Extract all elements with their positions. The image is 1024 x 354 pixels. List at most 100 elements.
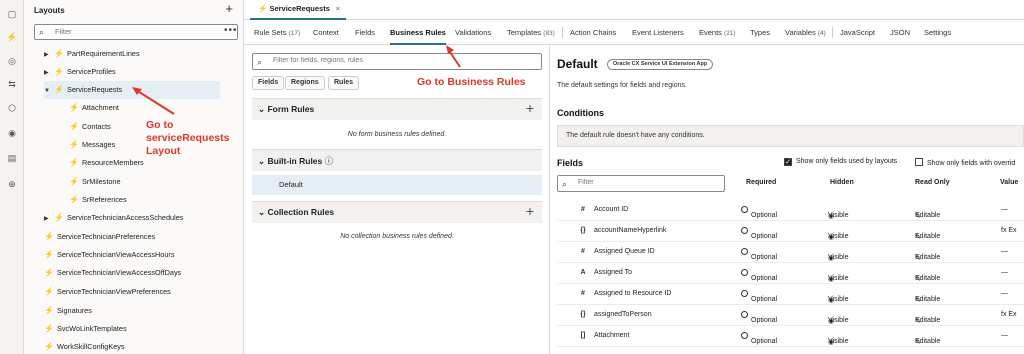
chevron-right-icon[interactable]: ▶ (44, 46, 54, 64)
field-type-icon: A (580, 269, 586, 276)
optional-circle-icon (741, 332, 748, 339)
layout-icon: ⚡ (44, 250, 54, 259)
chip-regions[interactable]: Regions (285, 76, 325, 90)
required-select[interactable]: Optional (741, 248, 777, 261)
tab-settings[interactable]: Settings (924, 20, 951, 45)
layout-icon: ⚡ (44, 287, 54, 296)
chevron-right-icon[interactable]: ▶ (44, 64, 54, 82)
tree-item-messages[interactable]: ⚡ Messages (69, 136, 115, 154)
tree-item-contacts[interactable]: ⚡ Contacts (69, 118, 111, 136)
tab-rule-sets[interactable]: Rule Sets (17) (254, 20, 300, 45)
checkbox-used-by-layouts[interactable]: ✓ Show only fields used by layouts (784, 158, 897, 166)
layouts-icon[interactable]: ⚡ (6, 31, 18, 43)
optional-circle-icon (741, 290, 748, 297)
chip-fields[interactable]: Fields (252, 76, 285, 90)
tree-item-resourcemembers[interactable]: ⚡ ResourceMembers (69, 154, 144, 172)
field-row[interactable]: {} accountNameHyperlink Optional ◉ Visible ✎… (557, 221, 1024, 242)
value-cell[interactable]: — (1001, 332, 1008, 339)
web-apps-icon[interactable]: ◎ (6, 55, 18, 67)
form-rules-section[interactable]: ⌄ Form Rules + (252, 98, 542, 120)
extensions-icon[interactable]: ⊕ (6, 178, 18, 190)
components-icon[interactable]: ◉ (6, 127, 18, 139)
required-select[interactable]: Optional (741, 332, 777, 345)
required-select[interactable]: Optional (741, 269, 777, 282)
business-rules-panel: ⌕ Fields Regions Rules ⌄ Form Rules + No… (244, 45, 550, 354)
value-cell[interactable]: — (1001, 206, 1008, 213)
tree-item-serviceprofiles[interactable]: ▶ ⚡ ServiceProfiles (44, 63, 234, 81)
tab-json[interactable]: JSON (890, 20, 910, 45)
add-layout-button[interactable]: + (225, 1, 233, 16)
tab-fields[interactable]: Fields (355, 20, 375, 45)
tree-item-servicetechnicianviewaccessoffdays[interactable]: ⚡ ServiceTechnicianViewAccessOffDays (44, 264, 181, 282)
chevron-down-icon[interactable]: ▼ (44, 82, 54, 100)
value-cell[interactable]: fx Ex (1001, 227, 1017, 234)
field-row[interactable]: # Assigned Queue ID Optional ◉ Visible ✎ Edi… (557, 242, 1024, 263)
tree-item-svcwolinktemplates[interactable]: ⚡ SvcWoLinkTemplates (44, 320, 127, 338)
rules-filter[interactable]: ⌕ (252, 53, 542, 70)
field-row[interactable]: # Assigned to Resource ID Optional ◉ Visibl… (557, 284, 1024, 305)
tree-item-servicetechnicianviewaccesshours[interactable]: ⚡ ServiceTechnicianViewAccessHours (44, 246, 174, 264)
tree-item-srreferences[interactable]: ⚡ SrReferences (69, 191, 127, 209)
required-select[interactable]: Optional (741, 227, 777, 240)
layout-icon: ⚡ (69, 103, 79, 112)
required-select[interactable]: Optional (741, 311, 777, 324)
optional-circle-icon (741, 311, 748, 318)
pages-icon[interactable]: ▢ (6, 8, 18, 20)
more-options-icon[interactable]: ••• (224, 25, 238, 36)
tab-types[interactable]: Types (750, 20, 770, 45)
layout-icon: ⚡ (54, 85, 64, 94)
field-row[interactable]: [] Attachment Optional ◉ Visible ✎ Editable — (557, 326, 1024, 347)
field-row[interactable]: {} assignedToPerson Optional ◉ Visible ✎ Edi… (557, 305, 1024, 326)
tab-business-rules[interactable]: Business Rules (390, 20, 446, 45)
add-collection-rule-button[interactable]: + (526, 203, 534, 219)
collection-rules-empty: No collection business rules defined. (340, 233, 454, 240)
tree-item-partrequirementlines[interactable]: ▶ ⚡ PartRequirementLines (44, 45, 234, 63)
rules-filter-input[interactable] (273, 57, 533, 64)
checkbox-with-overrides[interactable]: Show only fields with overrid (915, 158, 1015, 167)
tab-variables[interactable]: Variables (4) (785, 20, 826, 45)
required-select[interactable]: Optional (741, 206, 777, 219)
tab-event-listeners[interactable]: Event Listeners (632, 20, 684, 45)
value-cell[interactable]: fx Ex (1001, 311, 1017, 318)
required-select[interactable]: Optional (741, 290, 777, 303)
tree-item-signatures[interactable]: ⚡ Signatures (44, 302, 92, 320)
field-row[interactable]: # Account ID Optional ◉ Visible ✎ Editable — (557, 200, 1024, 221)
field-name: assignedToPerson (594, 311, 652, 318)
value-cell[interactable]: — (1001, 248, 1008, 255)
tab-context[interactable]: Context (313, 20, 339, 45)
tree-item-srmilestone[interactable]: ⚡ SrMilestone (69, 173, 121, 191)
tab-validations[interactable]: Validations (455, 20, 491, 45)
tree-item-workskillconfigkeys[interactable]: ⚡ WorkSkillConfigKeys (44, 338, 125, 354)
value-cell[interactable]: — (1001, 290, 1008, 297)
services-icon[interactable]: ⇆ (6, 78, 18, 90)
tree-item-servicetechnicianviewpreferences[interactable]: ⚡ ServiceTechnicianViewPreferences (44, 283, 171, 301)
fields-filter-input[interactable] (578, 179, 718, 186)
tab-events[interactable]: Events (21) (699, 20, 736, 45)
fields-filter[interactable]: ⌕ (557, 175, 725, 192)
default-rule-item[interactable]: Default (252, 175, 542, 195)
business-objects-icon[interactable]: ⬡ (6, 102, 18, 114)
tab-javascript[interactable]: JavaScript (840, 20, 875, 45)
tree-item-attachment[interactable]: ⚡ Attachment (69, 99, 119, 117)
tree-item-servicetechnicianpreferences[interactable]: ⚡ ServiceTechnicianPreferences (44, 228, 155, 246)
fields-heading: Fields (557, 158, 584, 168)
chip-rules[interactable]: Rules (328, 76, 360, 90)
builtin-rules-section[interactable]: ⌄ Built-in Rules ⓘ (252, 149, 542, 171)
layouts-filter-input[interactable] (55, 27, 225, 36)
source-icon[interactable]: ▤ (6, 152, 18, 164)
field-name: Assigned To (594, 269, 633, 276)
annotation-arrow-layout (132, 87, 175, 115)
layout-icon: ⚡ (69, 195, 79, 204)
tab-templates[interactable]: Templates (83) (507, 20, 555, 45)
collection-rules-title: ⌄ Collection Rules (258, 207, 335, 217)
collection-rules-section[interactable]: ⌄ Collection Rules + (252, 201, 542, 223)
close-icon[interactable]: × (336, 0, 340, 18)
field-row[interactable]: A Assigned To Optional ◉ Visible ✎ Editable — (557, 263, 1024, 284)
servicerequests-file-tab[interactable]: ⚡ ServiceRequests × (250, 0, 346, 20)
layouts-filter[interactable]: ⌕ (34, 24, 238, 40)
value-cell[interactable]: — (1001, 269, 1008, 276)
tree-item-servicetechnicianaccessschedules[interactable]: ▶ ⚡ ServiceTechnicianAccessSchedules (44, 209, 183, 227)
chevron-right-icon[interactable]: ▶ (44, 210, 54, 228)
tab-action-chains[interactable]: Action Chains (570, 20, 616, 45)
add-form-rule-button[interactable]: + (526, 100, 534, 116)
